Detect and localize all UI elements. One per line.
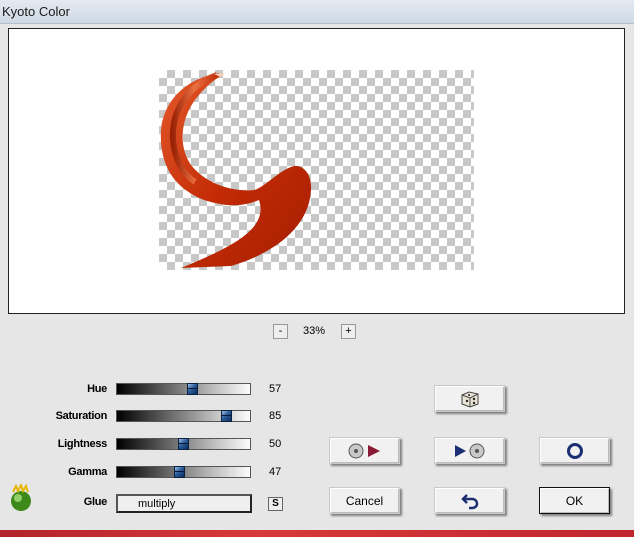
zoom-in-button[interactable]: + xyxy=(341,324,356,339)
saturation-slider[interactable] xyxy=(116,410,251,422)
preview-shape-image xyxy=(160,72,312,268)
undo-arrow-icon xyxy=(460,492,479,510)
lightness-label: Lightness xyxy=(57,438,108,450)
hue-label: Hue xyxy=(87,383,107,395)
lightness-value: 50 xyxy=(269,438,282,450)
lightness-slider[interactable] xyxy=(116,438,251,450)
saturation-value: 85 xyxy=(269,410,282,422)
glue-label: Glue xyxy=(83,496,108,508)
saturation-label: Saturation xyxy=(55,410,108,422)
gamma-slider[interactable] xyxy=(116,466,251,478)
reset-button[interactable] xyxy=(539,437,610,464)
undo-button[interactable] xyxy=(434,487,505,514)
cancel-button[interactable]: Cancel xyxy=(329,487,400,514)
hue-slider[interactable] xyxy=(116,383,251,395)
randomize-button[interactable] xyxy=(434,385,505,412)
bottom-edge xyxy=(0,530,634,537)
zoom-out-button[interactable]: - xyxy=(273,324,288,339)
saturation-slider-thumb[interactable] xyxy=(221,410,232,422)
zoom-level: 33% xyxy=(302,325,326,337)
circle-icon xyxy=(566,442,584,460)
ok-button[interactable]: OK xyxy=(539,487,610,514)
hue-slider-thumb[interactable] xyxy=(187,383,198,395)
load-preset-button[interactable] xyxy=(329,437,400,464)
dice-icon xyxy=(460,390,480,408)
gamma-slider-thumb[interactable] xyxy=(174,466,185,478)
disc-arrow-icon xyxy=(348,443,382,459)
transparent-canvas xyxy=(159,70,474,270)
lightness-slider-thumb[interactable] xyxy=(178,438,189,450)
arrow-disc-icon xyxy=(453,443,487,459)
glue-s-button[interactable]: S xyxy=(268,497,283,511)
glue-mode-select[interactable]: multiply xyxy=(116,494,252,513)
gamma-label: Gamma xyxy=(68,466,107,478)
preview-panel xyxy=(8,28,625,314)
window-title: Kyoto Color xyxy=(2,4,70,19)
title-bar: Kyoto Color xyxy=(0,0,634,24)
gamma-value: 47 xyxy=(269,466,282,478)
hue-value: 57 xyxy=(269,383,282,395)
save-preset-button[interactable] xyxy=(434,437,505,464)
